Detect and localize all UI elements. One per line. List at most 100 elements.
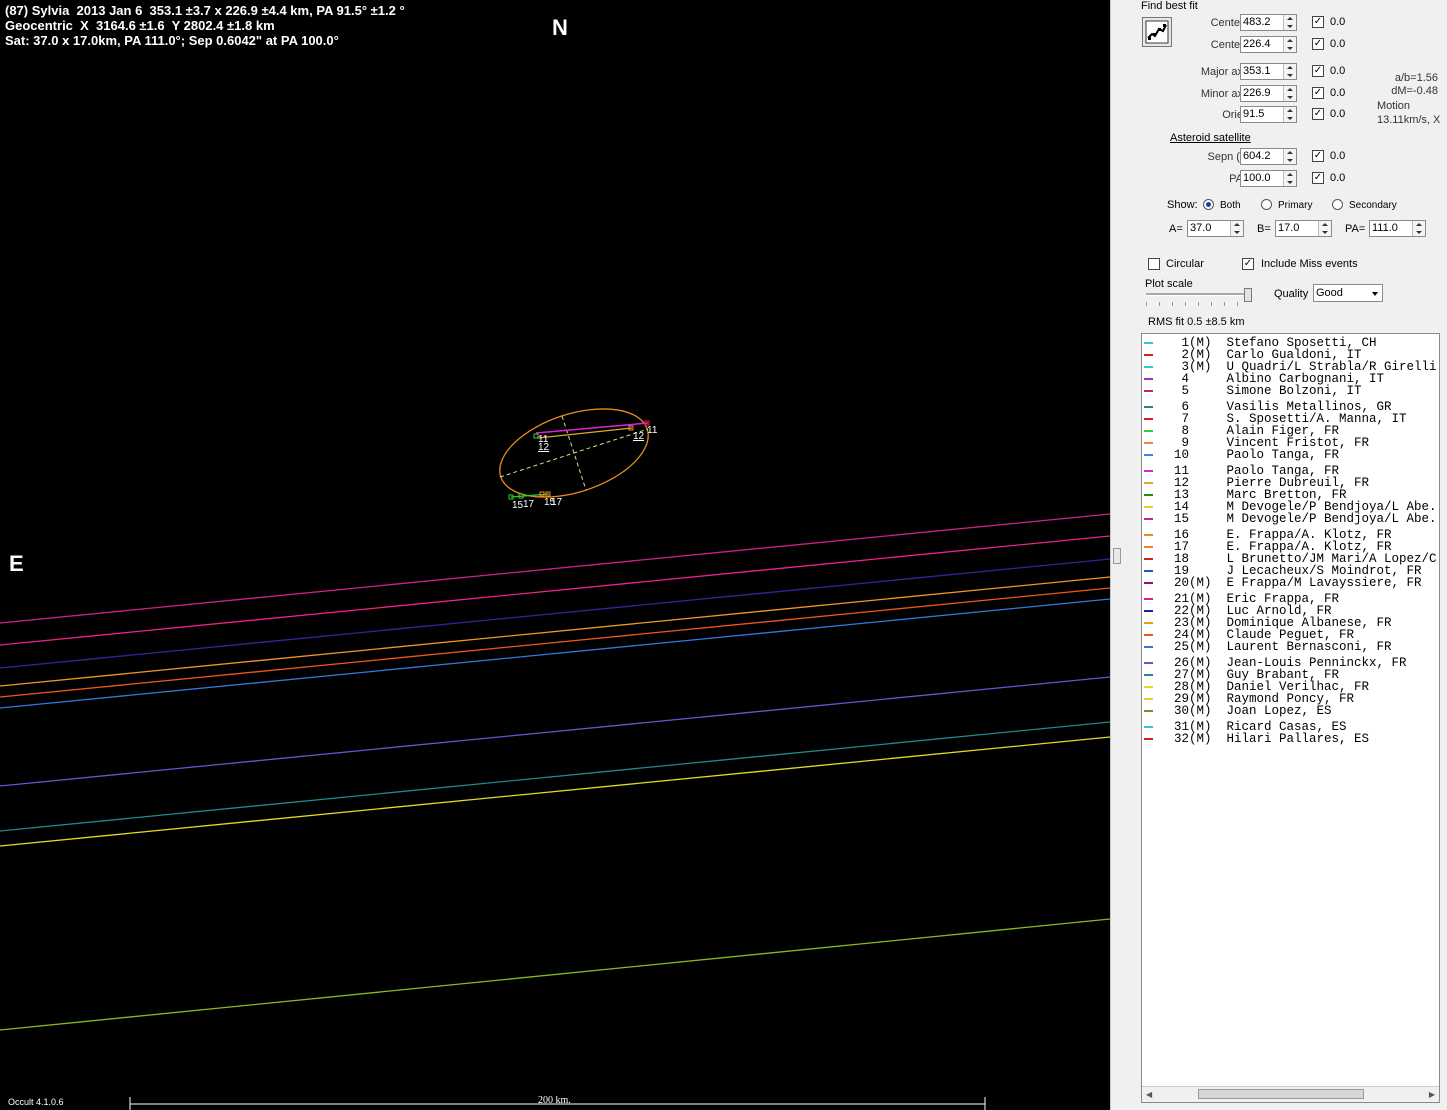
show-primary-radio[interactable] — [1261, 199, 1272, 210]
observer-color-swatch — [1144, 698, 1153, 700]
observer-list[interactable]: 1(M) Stefano Sposetti, CH 2(M) Carlo Gua… — [1141, 333, 1440, 1103]
horizontal-scrollbar[interactable]: ◀ ▶ — [1142, 1086, 1439, 1102]
observer-color-swatch — [1144, 726, 1153, 728]
miss-chord — [0, 721, 1110, 832]
observer-color-swatch — [1144, 686, 1153, 688]
header-line-2: Geocentric X 3164.6 ±1.6 Y 2802.4 ±1.8 k… — [5, 18, 275, 33]
chord-label: 17 — [551, 497, 563, 508]
show-primary-label: Primary — [1278, 200, 1313, 211]
observer-text: 32(M) Hilari Pallares, ES — [1174, 732, 1370, 746]
plot-scale-thumb[interactable] — [1244, 288, 1252, 302]
occultation-plot[interactable]: 11 12 11 12 15 17 15 17 (87) Sylvia 2013… — [0, 0, 1110, 1110]
miss-chord — [0, 736, 1110, 847]
miss-chord — [0, 513, 1110, 624]
fit-panel: Find best fit Center X 483.2 ✓ 0.0 Cente… — [1136, 0, 1447, 1110]
center-y-input[interactable]: 226.4 — [1240, 36, 1297, 53]
observer-color-swatch — [1144, 634, 1153, 636]
chord-label: 11 — [647, 425, 658, 436]
splitter-grip[interactable] — [1113, 548, 1121, 564]
find-best-fit-button[interactable] — [1142, 17, 1172, 47]
observer-color-swatch — [1144, 366, 1153, 368]
show-secondary-label: Secondary — [1349, 200, 1397, 211]
observer-color-swatch — [1144, 610, 1153, 612]
sat-pa-label: PA= — [1345, 223, 1366, 235]
observer-color-swatch — [1144, 482, 1153, 484]
chord-label: 17 — [523, 499, 535, 510]
observer-color-swatch — [1144, 430, 1153, 432]
observer-color-swatch — [1144, 558, 1153, 560]
sat-a-label: A= — [1169, 223, 1183, 235]
rms-fit: RMS fit 0.5 ±8.5 km — [1148, 316, 1245, 328]
panel-splitter[interactable] — [1110, 0, 1137, 1110]
orientation-checkbox[interactable]: ✓ — [1312, 108, 1324, 120]
include-miss-label: Include Miss events — [1261, 258, 1358, 270]
show-both-radio[interactable] — [1203, 199, 1214, 210]
observer-color-swatch — [1144, 506, 1153, 508]
major-axis-checkbox[interactable]: ✓ — [1312, 65, 1324, 77]
circular-checkbox[interactable] — [1148, 258, 1160, 270]
observer-text: 5 Simone Bolzoni, IT — [1174, 384, 1362, 398]
show-both-label: Both — [1220, 200, 1241, 211]
sat-a-input[interactable]: 37.0 — [1187, 220, 1244, 237]
pa-2nd-checkbox[interactable]: ✓ — [1312, 172, 1324, 184]
observer-color-swatch — [1144, 354, 1153, 356]
chord-label: 12 — [633, 431, 645, 442]
plot-canvas: 11 12 11 12 15 17 15 17 — [0, 408, 1110, 1110]
observer-color-swatch — [1144, 622, 1153, 624]
center-y-checkbox[interactable]: ✓ — [1312, 38, 1324, 50]
miss-chord — [0, 576, 1110, 687]
miss-chord — [0, 918, 1110, 1031]
minor-axis-delta: 0.0 — [1330, 87, 1346, 99]
scroll-left-icon[interactable]: ◀ — [1146, 1090, 1152, 1099]
plot-scale-label: Plot scale — [1145, 278, 1193, 290]
pa-2nd-input[interactable]: 100.0 — [1240, 170, 1297, 187]
motion-label: Motion — [1377, 100, 1411, 112]
observer-color-swatch — [1144, 494, 1153, 496]
version-label: Occult 4.1.0.6 — [8, 1097, 64, 1107]
find-best-fit-label: Find best fit — [1141, 0, 1198, 12]
quality-select[interactable]: Good — [1313, 284, 1383, 302]
sepn-input[interactable]: 604.2 — [1240, 148, 1297, 165]
observer-color-swatch — [1144, 582, 1153, 584]
header-line-1: (87) Sylvia 2013 Jan 6 353.1 ±3.7 x 226.… — [5, 3, 405, 18]
center-x-delta: 0.0 — [1330, 16, 1346, 28]
show-secondary-radio[interactable] — [1332, 199, 1343, 210]
observer-color-swatch — [1144, 442, 1153, 444]
scrollbar-thumb[interactable] — [1198, 1089, 1364, 1099]
observer-color-swatch — [1144, 534, 1153, 536]
major-axis-input[interactable]: 353.1 — [1240, 63, 1297, 80]
observer-color-swatch — [1144, 418, 1153, 420]
minor-axis-input[interactable]: 226.9 — [1240, 85, 1297, 102]
observer-text: 20(M) E Frappa/M Lavayssiere, FR — [1174, 576, 1422, 590]
include-miss-checkbox[interactable]: ✓ — [1242, 258, 1254, 270]
fit-chart-icon — [1145, 20, 1169, 44]
minor-axis-checkbox[interactable]: ✓ — [1312, 87, 1324, 99]
observer-color-swatch — [1144, 378, 1153, 380]
miss-chord — [0, 587, 1110, 698]
chord-label: 15 — [512, 500, 524, 511]
satellite-heading: Asteroid satellite — [1170, 132, 1251, 144]
chord-label: 12 — [538, 442, 550, 453]
sepn-checkbox[interactable]: ✓ — [1312, 150, 1324, 162]
observer-color-swatch — [1144, 406, 1153, 408]
sat-b-input[interactable]: 17.0 — [1275, 220, 1332, 237]
north-label: N — [552, 15, 568, 40]
center-x-checkbox[interactable]: ✓ — [1312, 16, 1324, 28]
minor-axis — [561, 415, 587, 491]
observer-color-swatch — [1144, 342, 1153, 344]
orientation-input[interactable]: 91.5 — [1240, 106, 1297, 123]
sepn-delta: 0.0 — [1330, 150, 1346, 162]
observer-color-swatch — [1144, 646, 1153, 648]
sat-pa-input[interactable]: 111.0 — [1369, 220, 1426, 237]
plot-scale-track[interactable] — [1146, 293, 1250, 296]
header-line-3: Sat: 37.0 x 17.0km, PA 111.0°; Sep 0.604… — [5, 33, 339, 48]
pa-2nd-delta: 0.0 — [1330, 172, 1346, 184]
scroll-right-icon[interactable]: ▶ — [1429, 1090, 1435, 1099]
scale-label: 200 km. — [538, 1095, 571, 1106]
center-x-input[interactable]: 483.2 — [1240, 14, 1297, 31]
observer-text: 25(M) Laurent Bernasconi, FR — [1174, 640, 1392, 654]
observer-color-swatch — [1144, 662, 1153, 664]
miss-chord — [0, 598, 1110, 709]
orientation-delta: 0.0 — [1330, 108, 1346, 120]
observer-color-swatch — [1144, 518, 1153, 520]
